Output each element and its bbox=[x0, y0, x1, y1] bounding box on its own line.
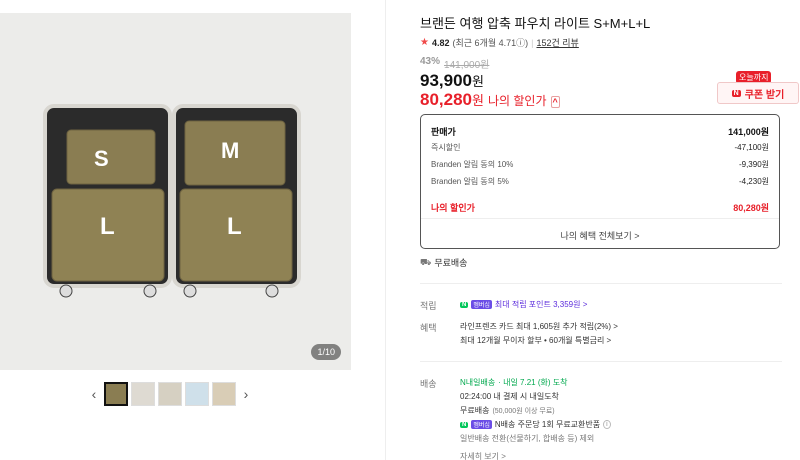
my-price-label: 나의 할인가 bbox=[487, 94, 547, 108]
coupon-button-label: 쿠폰 받기 bbox=[744, 89, 785, 101]
installment-link[interactable]: 최대 12개월 무이자 할부 • 60개월 특별금리 > bbox=[460, 335, 611, 346]
pouch-label-l-left: L bbox=[100, 213, 115, 240]
membership-badge: 멤버십 bbox=[471, 420, 492, 429]
benefit-value: -9,390원 bbox=[738, 160, 769, 169]
benefit-value: -4,230원 bbox=[738, 177, 769, 186]
suitcase-illustration bbox=[0, 13, 351, 370]
coupon-button[interactable]: N 쿠폰 받기 bbox=[717, 82, 799, 104]
benefit-row-alert-5: Branden 알림 동의 5% -4,230원 bbox=[431, 176, 769, 187]
pouch-label-s: S bbox=[94, 146, 109, 171]
rating-note[interactable]: (최근 6개월 4.71ⓘ) bbox=[453, 36, 529, 49]
points-row[interactable]: N 멤버십 최대 적립 포인트 3,359원 > bbox=[460, 299, 587, 310]
free-shipping-text: 무료배송 bbox=[434, 258, 468, 268]
points-label: 적립 bbox=[420, 301, 437, 311]
pouch-label-l-right: L bbox=[227, 213, 242, 240]
benefit-divider bbox=[421, 218, 779, 219]
my-price-value: 80,280 bbox=[420, 90, 472, 109]
original-price: 141,000원 bbox=[444, 60, 490, 71]
naver-n-icon: N bbox=[731, 89, 741, 97]
column-divider bbox=[385, 0, 386, 460]
delivery-eta: · 내일 7.21 (화) 도착 bbox=[498, 378, 568, 387]
product-main-image[interactable]: S M L L 1/10 bbox=[0, 13, 351, 370]
sale-price-value: 93,900 bbox=[420, 71, 472, 90]
delivery-eta-row: N내일배송 · 내일 7.21 (화) 도착 bbox=[460, 377, 567, 388]
perks-label: 혜택 bbox=[420, 323, 437, 333]
benefit-label: 판매가 bbox=[431, 127, 456, 137]
benefit-label: Branden 알림 동의 5% bbox=[431, 177, 509, 186]
benefit-label: Branden 알림 동의 10% bbox=[431, 160, 514, 169]
benefit-breakdown-box: 판매가 141,000원 즉시할인 -47,100원 Branden 알림 동의… bbox=[420, 114, 780, 249]
section-divider bbox=[420, 361, 782, 362]
order-countdown: 02:24:00 내 결제 시 내일도착 bbox=[460, 392, 559, 401]
image-counter: 1/10 bbox=[311, 344, 341, 360]
info-icon[interactable]: i bbox=[603, 420, 611, 429]
next-day-delivery-brand: N내일배송 bbox=[460, 378, 496, 387]
star-icon: ★ bbox=[420, 37, 429, 48]
benefit-value: 141,000원 bbox=[728, 127, 769, 137]
truck-icon: ⛟ bbox=[420, 256, 432, 267]
my-discount-price[interactable]: 80,280원 나의 할인가 ^ bbox=[420, 90, 560, 110]
naver-plus-icon: N bbox=[460, 421, 469, 428]
discount-percent: 43% bbox=[420, 56, 441, 67]
free-shipping-detail: 무료배송 (50,000원 이상 무료) bbox=[460, 405, 555, 416]
thumbnail-3[interactable] bbox=[158, 382, 182, 406]
free-return-text: N배송 주문당 1회 무료교환반품 bbox=[494, 420, 601, 429]
thumbnail-5[interactable] bbox=[212, 382, 236, 406]
section-divider bbox=[420, 283, 782, 284]
pouch-label-m: M bbox=[221, 138, 240, 163]
thumbnail-4[interactable] bbox=[185, 382, 209, 406]
benefit-label: 즉시할인 bbox=[431, 143, 461, 152]
benefit-row-list-price: 판매가 141,000원 bbox=[431, 125, 769, 138]
thumbnail-2[interactable] bbox=[131, 382, 155, 406]
original-price-row: 43% 141,000원 bbox=[420, 56, 489, 71]
sale-price: 93,900원 bbox=[420, 71, 484, 91]
benefit-row-my-price: 나의 할인가 80,280원 bbox=[431, 201, 769, 214]
sale-price-unit: 원 bbox=[472, 74, 484, 89]
membership-badge: 멤버십 bbox=[471, 300, 492, 309]
rating-score: 4.82 bbox=[431, 37, 450, 48]
rating-separator: | bbox=[531, 37, 534, 48]
delivery-more-link[interactable]: 자세히 보기 > bbox=[460, 451, 506, 460]
my-price-unit: 원 bbox=[472, 93, 484, 108]
next-thumb-arrow[interactable]: › bbox=[239, 386, 253, 402]
max-points-text: 최대 적립 포인트 3,359원 > bbox=[494, 300, 588, 309]
thumbnail-1[interactable] bbox=[104, 382, 128, 406]
free-shipping-row: ⛟ 무료배송 bbox=[420, 256, 467, 269]
chevron-up-icon[interactable]: ^ bbox=[550, 96, 560, 108]
benefit-my-value: 80,280원 bbox=[733, 203, 769, 213]
product-title: 브랜든 여행 압축 파우치 라이트 S+M+L+L bbox=[420, 16, 651, 31]
review-count-link[interactable]: 152건 리뷰 bbox=[536, 36, 578, 49]
thumbnail-strip: ‹ › bbox=[87, 382, 253, 406]
rating-row: ★ 4.82 (최근 6개월 4.71ⓘ) | 152건 리뷰 bbox=[420, 36, 579, 49]
benefit-value: -47,100원 bbox=[734, 143, 770, 152]
delivery-label: 배송 bbox=[420, 379, 437, 389]
image-gallery: S M L L 1/10 ‹ › bbox=[0, 0, 352, 460]
naver-plus-icon: N bbox=[460, 301, 469, 308]
card-points-link[interactable]: 라인프렌즈 카드 최대 1,605원 추가 적립(2%) > bbox=[460, 321, 618, 332]
benefit-my-label: 나의 할인가 bbox=[431, 203, 475, 213]
free-return-row: N 멤버십 N배송 주문당 1회 무료교환반품 i bbox=[460, 419, 611, 430]
free-shipping-condition: (50,000원 이상 무료) bbox=[492, 407, 555, 415]
exclusion-note: 일반배송 전환(선물하기, 합배송 등) 제외 bbox=[460, 434, 595, 443]
prev-thumb-arrow[interactable]: ‹ bbox=[87, 386, 101, 402]
view-all-benefits-link[interactable]: 나의 혜택 전체보기 > bbox=[421, 229, 779, 242]
benefit-row-instant: 즉시할인 -47,100원 bbox=[431, 142, 769, 153]
free-shipping-label: 무료배송 bbox=[460, 406, 490, 415]
benefit-row-alert-10: Branden 알림 동의 10% -9,390원 bbox=[431, 159, 769, 170]
